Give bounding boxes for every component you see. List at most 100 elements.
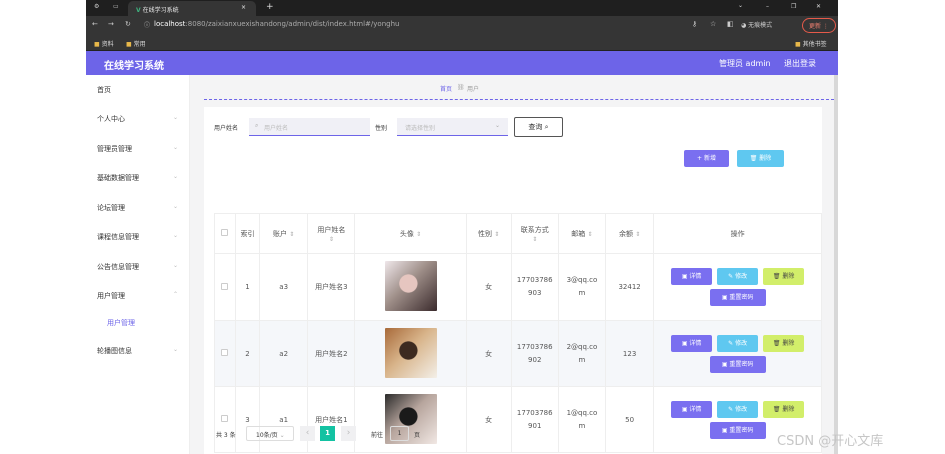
sort-icon[interactable]: ⇕	[635, 231, 640, 238]
sidebar-item-carousel[interactable]: 轮播图信息 ⌄	[97, 346, 187, 356]
sidebar-item-course[interactable]: 课程信息管理 ⌄	[97, 232, 187, 242]
sort-icon[interactable]: ⇕	[588, 231, 593, 238]
sort-icon[interactable]: ⇕	[289, 231, 294, 238]
close-window-button[interactable]: ✕	[816, 3, 821, 10]
bookmark-star-icon[interactable]: ☆	[710, 20, 716, 28]
sidebar-item-profile[interactable]: 个人中心 ⌄	[97, 114, 187, 124]
sidebar-item-label: 基础数据管理	[97, 174, 139, 182]
sidebar-item-forum[interactable]: 论坛管理 ⌄	[97, 203, 187, 213]
sidebar-item-home[interactable]: 首页	[97, 85, 111, 95]
sidepanel-icon[interactable]: ◧	[727, 20, 734, 28]
edit-button[interactable]: ✎ 修改	[717, 334, 759, 352]
row-select-cell[interactable]	[214, 253, 236, 321]
name-search-input[interactable]: ⌕ 用户姓名	[249, 118, 370, 136]
column-header[interactable]: 余额 ⇕	[605, 213, 655, 254]
sidebar-subitem-user-mgmt[interactable]: 用户管理	[107, 318, 135, 328]
detail-button[interactable]: ▣ 详情	[671, 268, 713, 285]
goto-page-input[interactable]: 1	[390, 426, 409, 441]
table-header-row: 索引 账户 ⇕ 用户姓名 ⇕ 头像 ⇕ 性别 ⇕ 联系方式 ⇕ 邮箱 ⇕ 余额 ⇕ …	[214, 213, 822, 254]
sidebar-item-label: 用户管理	[97, 292, 125, 300]
column-header: 操作	[653, 213, 822, 254]
checkbox[interactable]	[221, 349, 229, 356]
email-text: 2@qq.co m	[566, 342, 598, 364]
new-tab-button[interactable]: +	[266, 2, 274, 12]
column-header[interactable]: 头像 ⇕	[354, 213, 467, 254]
incognito-indicator[interactable]: ◕ 无痕模式	[741, 20, 772, 29]
edit-button[interactable]: ✎ 修改	[717, 268, 759, 285]
column-header[interactable]: 邮箱 ⇕	[558, 213, 607, 254]
column-header[interactable]: 用户姓名 ⇕	[307, 213, 356, 254]
other-bookmarks[interactable]: ■ 其他书签	[795, 39, 827, 48]
detail-button[interactable]: ▣ 详情	[671, 400, 713, 418]
row-select-cell[interactable]	[214, 320, 236, 387]
sidebar-item-label: 首页	[97, 86, 111, 94]
batch-delete-button[interactable]: 🗑 删除	[737, 150, 784, 167]
current-page-button[interactable]: 1	[320, 426, 335, 441]
address-bar: ← → ↻ ⓘ localhost:8080/zaixianxuexishand…	[86, 16, 838, 35]
minimize-button[interactable]: –	[766, 3, 769, 10]
sort-icon[interactable]: ⇕	[329, 236, 334, 243]
forward-icon[interactable]: →	[108, 20, 114, 28]
reload-icon[interactable]: ↻	[125, 20, 131, 28]
detail-button[interactable]: ▣ 详情	[671, 334, 713, 352]
chevron-down-icon: ⌄	[173, 203, 179, 210]
column-header[interactable]: 联系方式 ⇕	[511, 213, 559, 254]
avatar	[384, 261, 437, 311]
delete-button[interactable]: 🗑 删除	[763, 268, 805, 285]
sort-icon[interactable]: ⇕	[532, 236, 537, 243]
url-field[interactable]: localhost:8080/zaixianxuexishandong/admi…	[154, 20, 399, 28]
next-page-button[interactable]: ›	[341, 426, 356, 441]
column-header[interactable]: 账户 ⇕	[259, 213, 309, 254]
avatar	[384, 327, 437, 378]
delete-label: 删除	[782, 405, 795, 413]
sidebar-item-admin[interactable]: 管理员管理 ⌄	[97, 144, 187, 154]
browser-menu-icon[interactable]: ⚙	[94, 3, 99, 10]
sort-icon[interactable]: ⇕	[416, 231, 421, 238]
reset-password-button[interactable]: ▣ 重置密码	[709, 355, 766, 373]
maximize-button[interactable]: ❐	[791, 3, 796, 10]
sort-icon[interactable]: ⇕	[494, 231, 499, 238]
gender-select[interactable]: 请选择性别 ⌄	[397, 118, 508, 136]
key-icon[interactable]: ⚷	[692, 20, 697, 28]
bookmark-folder-2[interactable]: ■ 常用	[126, 39, 146, 48]
page-size-select[interactable]: 10条/页 ⌄	[246, 426, 294, 441]
account-cell: a2	[259, 320, 309, 387]
bookmark-folder-1[interactable]: ■ 资料	[94, 39, 114, 48]
folder-icon: ■	[795, 41, 801, 48]
breadcrumb-home[interactable]: 首页	[440, 84, 452, 93]
sidebar-item-user-mgmt[interactable]: 用户管理 ⌃	[97, 291, 187, 301]
add-button[interactable]: + 新增	[684, 150, 729, 167]
query-button[interactable]: 查询 ⌕	[514, 117, 563, 137]
select-all-checkbox[interactable]	[214, 213, 236, 254]
tab-search-icon[interactable]: ⌄	[738, 2, 743, 9]
tab-list-icon[interactable]: ▭	[113, 3, 119, 10]
delete-button[interactable]: 🗑 删除	[763, 334, 805, 352]
reset-password-button[interactable]: ▣ 重置密码	[709, 289, 766, 306]
goto-prefix: 前往	[371, 432, 384, 439]
sidebar-item-notice[interactable]: 公告信息管理 ⌄	[97, 262, 187, 272]
reset-password-label: 重置密码	[729, 294, 754, 301]
avatar-cell	[354, 320, 467, 387]
page-scrollbar[interactable]	[834, 75, 838, 454]
column-header-label: 余额	[618, 229, 633, 238]
checkbox[interactable]	[221, 415, 229, 422]
logout-link[interactable]: 退出登录	[784, 58, 816, 69]
edit-button[interactable]: ✎ 修改	[717, 400, 759, 418]
checkbox[interactable]	[221, 282, 229, 290]
tab-close-icon[interactable]: ×	[241, 4, 246, 11]
browser-tab[interactable]: V 在线学习系统 ×	[128, 1, 256, 16]
update-button[interactable]: 更新 ⋮	[802, 18, 836, 33]
prev-page-button[interactable]: ‹	[300, 426, 315, 441]
sidebar-item-basic-data[interactable]: 基础数据管理 ⌄	[97, 173, 187, 183]
column-header-label: 邮箱	[571, 229, 586, 238]
balance-cell: 123	[605, 320, 655, 387]
index-cell: 1	[235, 253, 261, 321]
site-info-icon[interactable]: ⓘ	[144, 20, 150, 29]
chevron-up-icon: ⌃	[173, 291, 179, 298]
back-icon[interactable]: ←	[92, 20, 98, 28]
operations-cell: ▣ 详情 ✎ 修改 🗑 删除 ▣ 重置密码	[653, 253, 822, 321]
delete-button[interactable]: 🗑 删除	[763, 400, 805, 418]
column-header[interactable]: 性别 ⇕	[466, 213, 512, 254]
detail-label: 详情	[689, 273, 702, 280]
checkbox[interactable]	[221, 229, 229, 236]
